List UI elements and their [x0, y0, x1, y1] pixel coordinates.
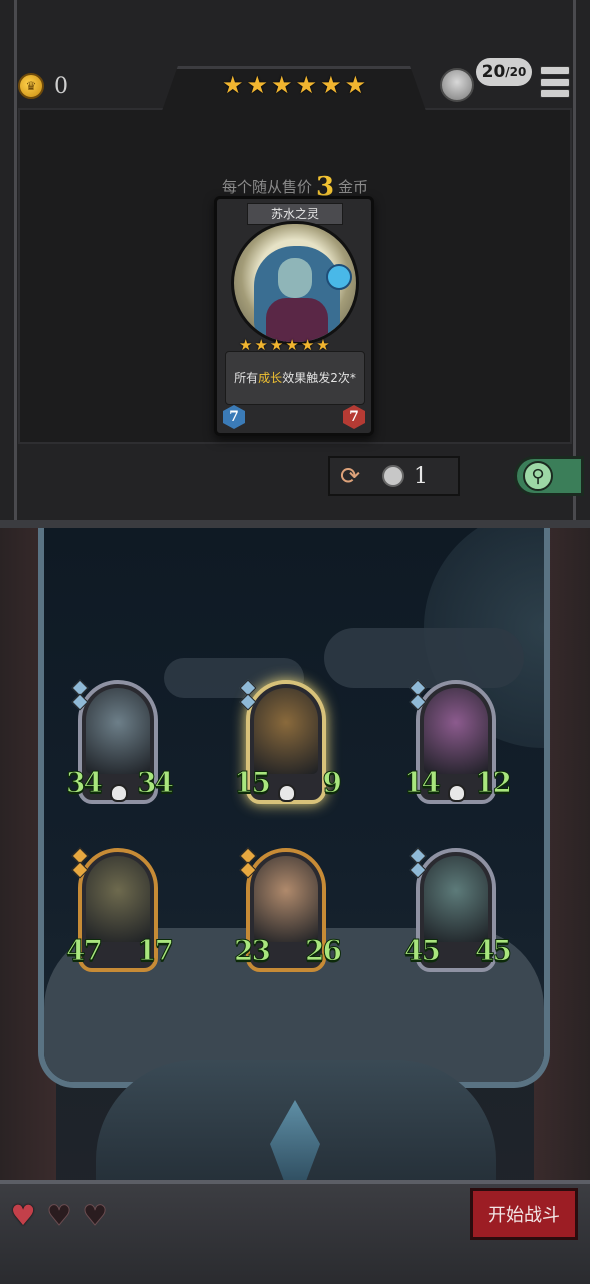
- cloud: [324, 628, 524, 688]
- minion-tier-pips: [71, 679, 89, 711]
- minion-attack: 15: [234, 766, 272, 800]
- minion-attack: 14: [404, 766, 442, 800]
- card-health-gem: 7: [343, 405, 365, 429]
- minion-attack: 34: [66, 766, 104, 800]
- minion-portrait: [254, 688, 318, 774]
- minion-health: 17: [137, 934, 175, 968]
- card-text-pre: 所有: [234, 371, 259, 385]
- heart-icon: ♥: [82, 1199, 108, 1232]
- star-icon: ★: [320, 71, 342, 99]
- card-text-post: 效果触发2次*: [282, 371, 356, 385]
- minion-attack: 23: [234, 934, 272, 968]
- heart-icon: ♥: [10, 1199, 36, 1232]
- tavern-tier-stars: ★ ★ ★ ★ ★ ★: [222, 72, 366, 98]
- sell-prefix: 每个随从售价: [221, 178, 312, 196]
- minion-card[interactable]: 15 9: [234, 679, 343, 808]
- refresh-cost: 1: [414, 463, 428, 489]
- refresh-coin-icon: [382, 465, 404, 487]
- card-portrait: [231, 221, 359, 345]
- minion-health: 26: [305, 934, 343, 968]
- minion-attack: 45: [404, 934, 442, 968]
- minion-tier-pips: [239, 847, 257, 879]
- minion-portrait: [424, 688, 488, 774]
- minion-tier-pips: [239, 679, 257, 711]
- minion-card[interactable]: 14 12: [404, 679, 512, 808]
- deathrattle-skull-icon: [448, 784, 466, 802]
- minion-health: 9: [322, 766, 343, 800]
- population-max: /20: [505, 65, 527, 79]
- minion-card[interactable]: 23 26: [234, 847, 342, 976]
- coin-count: 0: [54, 73, 68, 99]
- star-icon: ★: [246, 71, 269, 99]
- minion-card[interactable]: 45 45: [404, 847, 512, 976]
- minion-card[interactable]: 47 17: [66, 847, 174, 976]
- minion-tier-pips: [409, 679, 427, 711]
- coin-counter: ♛ 0: [18, 72, 68, 100]
- card-attack-gem: 7: [223, 405, 245, 429]
- star-icon: ★: [295, 71, 318, 99]
- menu-icon[interactable]: [540, 66, 570, 98]
- minion-tier-pips: [409, 847, 427, 879]
- refresh-icon: ⟳: [339, 462, 361, 490]
- start-battle-button[interactable]: 开始战斗: [470, 1188, 578, 1240]
- search-button[interactable]: ⚲: [514, 456, 584, 496]
- minion-portrait: [86, 688, 150, 774]
- coin-icon: ♛: [18, 73, 44, 99]
- player-avatar[interactable]: [440, 68, 474, 102]
- minion-portrait: [254, 856, 318, 942]
- minion-card[interactable]: 34 34: [66, 679, 174, 808]
- minion-portrait: [86, 856, 150, 942]
- sell-suffix: 金币: [338, 178, 369, 196]
- card-ability-text: 所有成长效果触发2次*: [225, 351, 365, 405]
- population-count: 20: [481, 62, 506, 82]
- population-badge: 20/20: [476, 58, 532, 86]
- shop-panel: ♛ 0 ★ ★ ★ ★ ★ ★ 20/20 每个随从售价 3 金币 苏水之灵 ★ ★ ★ ★ ★ ★ 所…: [0, 0, 590, 528]
- star-icon: ★: [271, 71, 293, 99]
- minion-attack: 47: [66, 934, 104, 968]
- card-text-keyword: 成长: [258, 371, 283, 385]
- life-hearts: ♥ ♥ ♥: [8, 1199, 110, 1232]
- search-icon: ⚲: [523, 461, 553, 491]
- minion-portrait: [424, 856, 488, 942]
- deathrattle-skull-icon: [110, 784, 128, 802]
- star-icon: ★: [222, 71, 244, 99]
- heart-icon: ♥: [46, 1199, 72, 1232]
- minion-health: 12: [475, 766, 513, 800]
- board-window: [38, 528, 550, 1088]
- minion-health: 45: [475, 934, 513, 968]
- minion-health: 34: [137, 766, 175, 800]
- star-icon: ★: [344, 71, 367, 99]
- minion-tier-pips: [71, 847, 89, 879]
- featured-minion-card[interactable]: 苏水之灵 ★ ★ ★ ★ ★ ★ 所有成长效果触发2次* 7 7: [214, 196, 374, 436]
- refresh-button[interactable]: ⟳ 1: [328, 456, 460, 496]
- deathrattle-skull-icon: [278, 784, 296, 802]
